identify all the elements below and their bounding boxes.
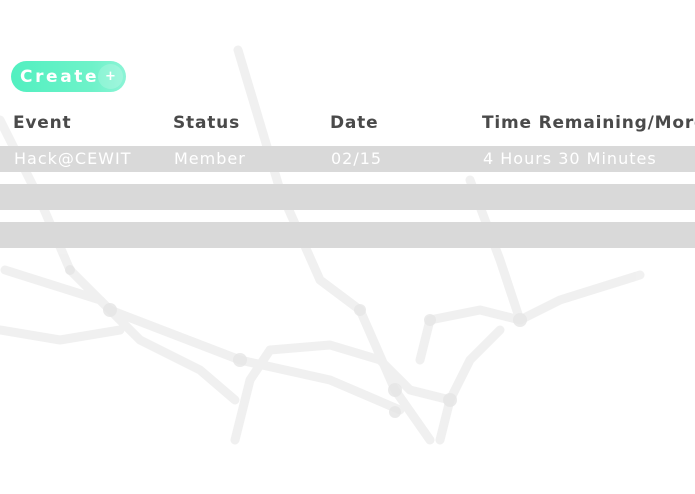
- table-row[interactable]: [0, 184, 695, 210]
- cell-event: Hack@CEWIT: [14, 149, 132, 168]
- table-row[interactable]: [0, 222, 695, 248]
- cell-date: 02/15: [331, 149, 383, 168]
- column-header-time-remaining: Time Remaining/More: [482, 113, 695, 133]
- table-row[interactable]: Hack@CEWIT Member 02/15 4 Hours 30 Minut…: [0, 146, 695, 172]
- column-header-event: Event: [13, 113, 72, 133]
- table-header: Event Status Date Time Remaining/More: [0, 110, 695, 138]
- column-header-status: Status: [173, 113, 240, 133]
- plus-icon: +: [98, 64, 123, 89]
- create-button[interactable]: Create +: [11, 61, 126, 92]
- events-table: Event Status Date Time Remaining/More Ha…: [0, 110, 695, 248]
- create-button-label: Create: [20, 66, 100, 87]
- column-header-date: Date: [330, 113, 379, 133]
- cell-status: Member: [174, 149, 246, 168]
- cell-time-remaining: 4 Hours 30 Minutes: [483, 149, 657, 168]
